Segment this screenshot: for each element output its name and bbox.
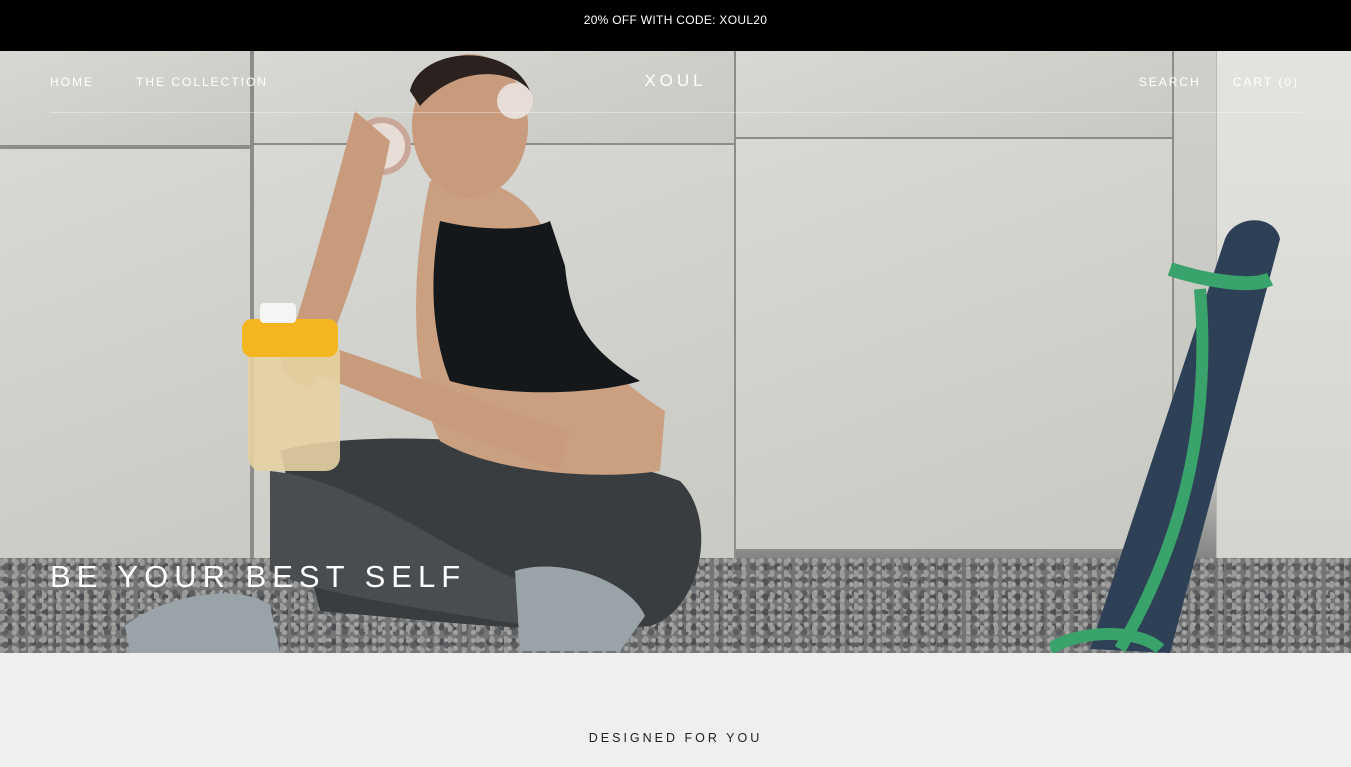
hero-heading: BE YOUR BEST SELF bbox=[50, 559, 467, 594]
header-actions: SEARCH CART (0) bbox=[1139, 75, 1299, 89]
hero-banner: BE YOUR BEST SELF bbox=[0, 51, 1351, 653]
search-link[interactable]: SEARCH bbox=[1139, 75, 1201, 89]
section-heading: DESIGNED FOR YOU bbox=[588, 731, 763, 745]
header-divider bbox=[50, 112, 1301, 113]
cart-link[interactable]: CART (0) bbox=[1233, 75, 1299, 89]
site-header: Home The Collection XOUL SEARCH CART (0) bbox=[0, 51, 1351, 113]
yoga-mat-image bbox=[1050, 220, 1280, 653]
announcement-text: 20% OFF WITH CODE: XOUL20 bbox=[583, 12, 768, 27]
announcement-bar: 20% OFF WITH CODE: XOUL20 bbox=[0, 0, 1351, 51]
